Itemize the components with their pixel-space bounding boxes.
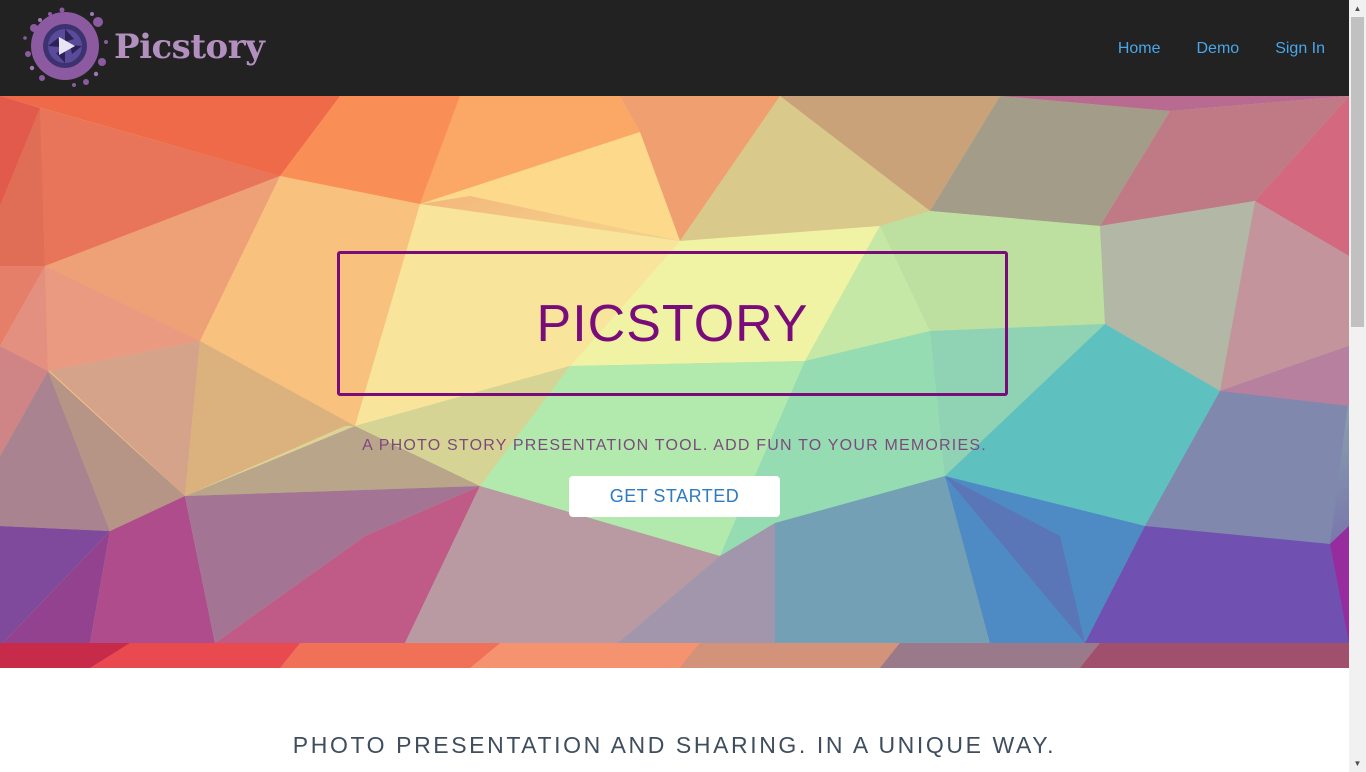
brand-name: Picstory [114, 27, 265, 67]
brand-link[interactable]: Picstory [22, 6, 265, 88]
nav-link-home[interactable]: Home [1118, 38, 1161, 60]
navbar: Picstory Home Demo Sign In [0, 0, 1349, 96]
camera-aperture-logo-icon [23, 7, 108, 87]
nav-link-sign-in[interactable]: Sign In [1275, 38, 1325, 60]
scroll-down-arrow-icon[interactable]: ▼ [1349, 755, 1366, 772]
get-started-button[interactable]: GET STARTED [569, 476, 780, 517]
vertical-scrollbar[interactable]: ▲ ▼ [1349, 0, 1366, 772]
hero-section: PICSTORY A PHOTO STORY PRESENTATION TOOL… [0, 96, 1349, 668]
section-heading: PHOTO PRESENTATION AND SHARING. IN A UNI… [292, 732, 1057, 758]
scrollbar-thumb[interactable] [1351, 17, 1364, 327]
hero-title: PICSTORY [536, 294, 809, 353]
hero-title-box: PICSTORY [337, 251, 1008, 396]
scroll-up-arrow-icon[interactable]: ▲ [1349, 0, 1366, 17]
nav-links: Home Demo Sign In [1118, 38, 1325, 60]
nav-link-demo[interactable]: Demo [1197, 38, 1240, 60]
page: Picstory Home Demo Sign In PICSTORY A PH… [0, 0, 1349, 772]
hero-tagline: A PHOTO STORY PRESENTATION TOOL. ADD FUN… [362, 437, 987, 454]
